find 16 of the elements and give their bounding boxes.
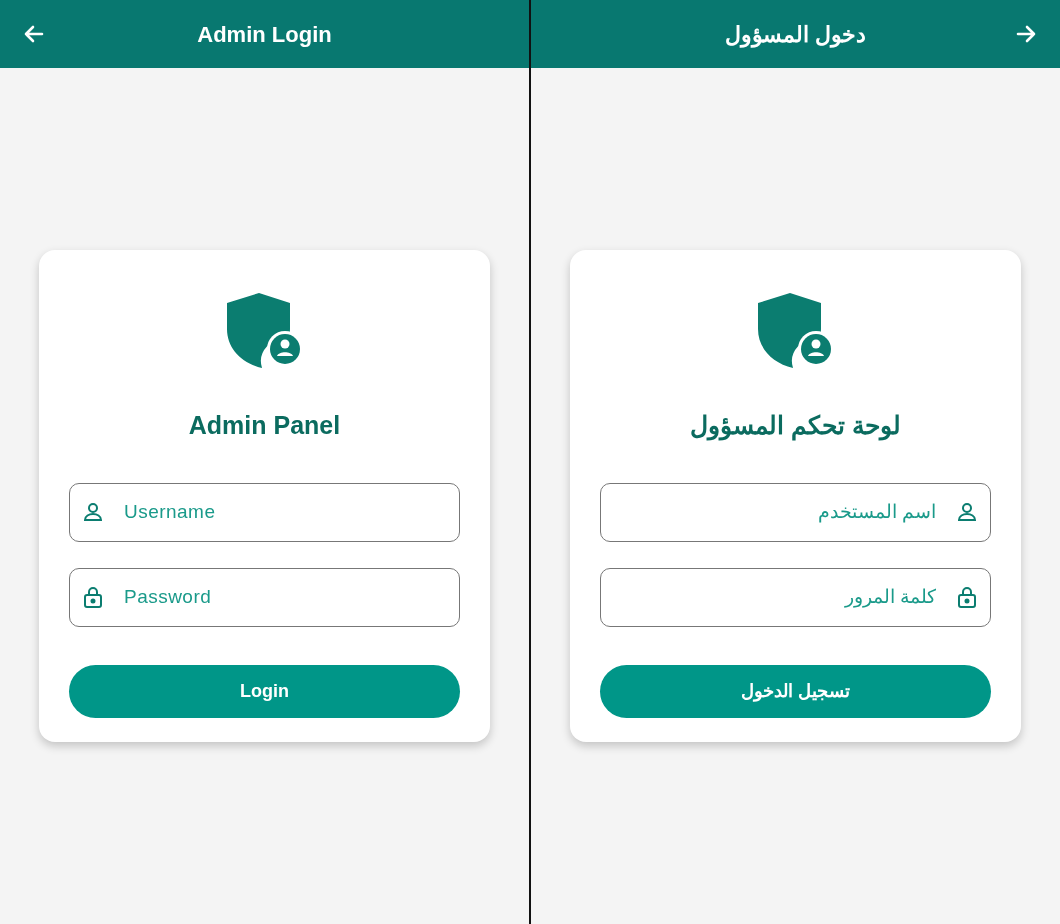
person-icon <box>955 500 979 524</box>
login-button[interactable]: تسجيل الدخول <box>600 664 991 718</box>
input-field[interactable]: اسم المستخدم <box>600 482 991 542</box>
app-bar-title: دخول المسؤول <box>724 20 867 50</box>
input-field[interactable]: Password <box>69 567 460 627</box>
person-icon <box>81 500 105 524</box>
input-field[interactable]: كلمة المرور <box>600 567 991 627</box>
lock-icon <box>81 585 105 609</box>
login-button[interactable]: Login <box>69 664 460 718</box>
shield-user-icon <box>226 293 303 369</box>
shield-user-icon <box>757 293 834 369</box>
input-field[interactable]: Username <box>69 482 460 542</box>
lock-icon <box>955 585 979 609</box>
card-title: لوحة تحكم المسؤول <box>690 410 901 443</box>
app-bar-title: Admin Login <box>197 20 332 49</box>
card-title: Admin Panel <box>188 410 341 441</box>
